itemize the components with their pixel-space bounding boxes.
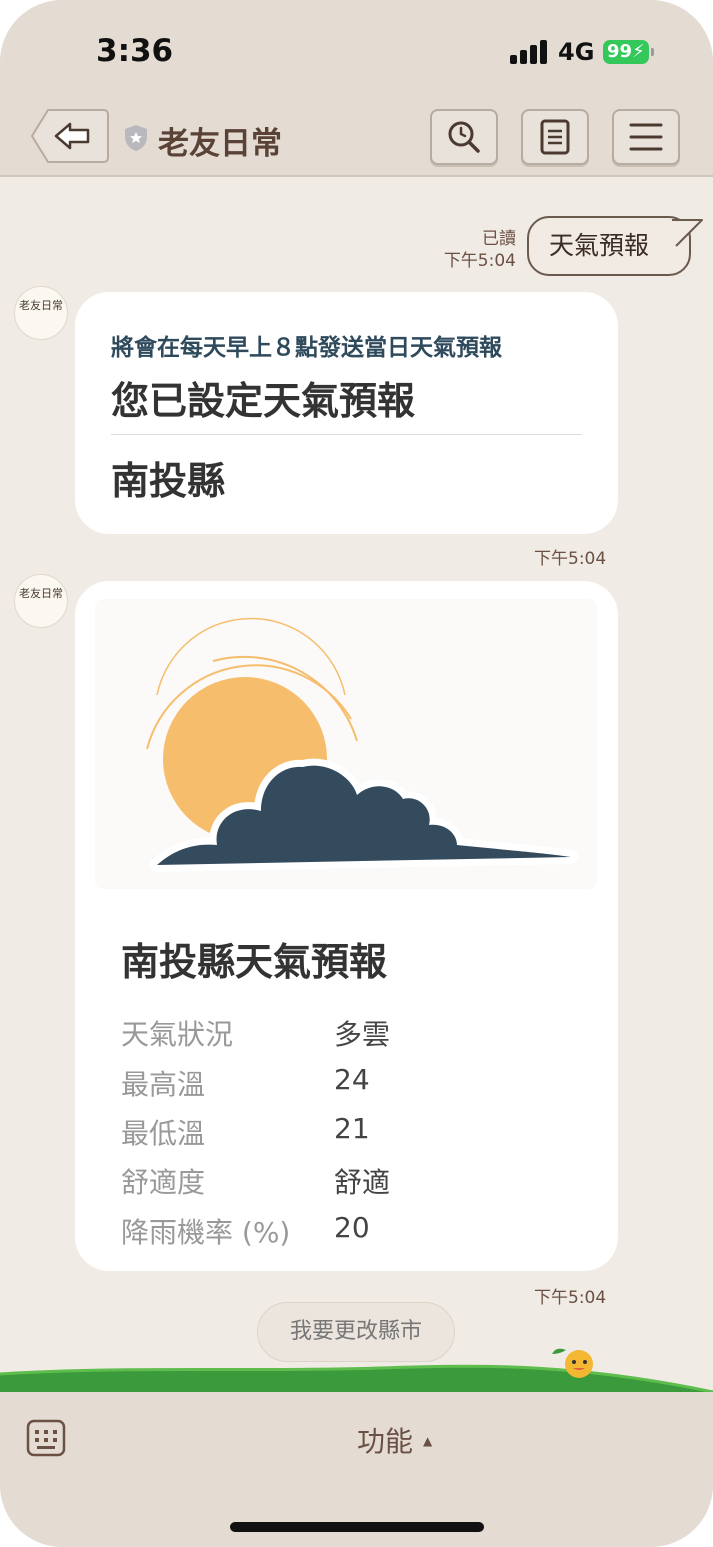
top-bar: 3:36 4G 99⚡ 老友日常 (0, 0, 713, 177)
forecast-title: 南投縣天氣預報 (121, 940, 388, 984)
weather-forecast-card: 南投縣天氣預報 天氣狀況 多雲 最高溫 24 最低溫 21 舒適度 舒適 降雨機… (75, 581, 618, 1271)
outgoing-time: 下午5:04 (443, 251, 516, 271)
home-indicator[interactable] (230, 1522, 484, 1532)
row-label: 最低溫 (121, 1117, 206, 1150)
shield-icon (125, 125, 147, 151)
card-county: 南投縣 (111, 459, 226, 503)
battery-nub (651, 48, 654, 56)
notes-button[interactable] (521, 109, 589, 165)
avatar-label: 老友日常 (19, 299, 63, 312)
keyboard-icon[interactable] (26, 1418, 66, 1458)
phone-screen: 3:36 4G 99⚡ 老友日常 已讀 下午5:04 天氣預報 老友日常 將會在… (0, 0, 713, 1547)
change-county-button[interactable]: 我要更改縣市 (257, 1302, 455, 1362)
row-value: 20 (334, 1211, 370, 1244)
network-label: 4G (558, 38, 595, 66)
row-value: 舒適 (334, 1166, 391, 1199)
partly-cloudy-icon (146, 617, 578, 872)
bot-avatar[interactable]: 老友日常 (14, 286, 68, 340)
read-receipt: 已讀 下午5:04 (444, 228, 516, 272)
row-label: 最高溫 (121, 1068, 206, 1101)
message-time: 下午5:04 (534, 549, 607, 569)
avatar-label: 老友日常 (19, 587, 63, 600)
chat-title: 老友日常 (158, 126, 282, 162)
search-button[interactable] (430, 109, 498, 165)
battery-icon: 99⚡ (603, 40, 649, 64)
status-time: 3:36 (96, 33, 174, 69)
menu-icon (629, 123, 663, 151)
row-value: 24 (334, 1063, 370, 1096)
weather-image (95, 599, 597, 889)
menu-button[interactable] (612, 109, 680, 165)
notes-icon (540, 119, 570, 155)
battery-level: 99 (607, 41, 633, 62)
back-arrow-icon (30, 109, 109, 163)
row-label: 降雨機率 (%) (121, 1216, 291, 1249)
card-title: 您已設定天氣預報 (111, 379, 416, 423)
message-time: 下午5:04 (534, 1288, 607, 1308)
back-button[interactable] (30, 108, 110, 164)
row-value: 21 (334, 1112, 370, 1145)
caret-up-icon: ▲ (423, 1434, 433, 1448)
bot-avatar[interactable]: 老友日常 (14, 574, 68, 628)
setting-confirmation-card: 將會在每天早上８點發送當日天氣預報 您已設定天氣預報 南投縣 (75, 292, 618, 534)
signal-icon (510, 40, 548, 64)
read-label: 已讀 (482, 229, 516, 249)
search-icon (448, 121, 480, 153)
row-label: 天氣狀況 (121, 1018, 234, 1051)
function-menu-button[interactable]: 功能 (357, 1420, 413, 1460)
bubble-tail (672, 219, 703, 247)
row-label: 舒適度 (121, 1166, 206, 1199)
card-subtitle: 將會在每天早上８點發送當日天氣預報 (111, 335, 502, 361)
divider (111, 434, 582, 435)
row-value: 多雲 (334, 1018, 391, 1051)
outgoing-message[interactable]: 天氣預報 (527, 216, 691, 276)
